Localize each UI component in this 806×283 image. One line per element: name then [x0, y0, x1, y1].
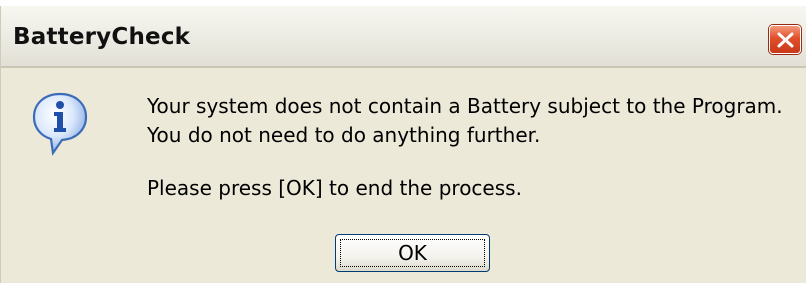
ok-button-label: OK	[340, 239, 485, 267]
message-line-3: Please press [OK] to end the process.	[147, 176, 522, 200]
message-line-1: Your system does not contain a Battery s…	[147, 94, 783, 118]
window-title: BatteryCheck	[13, 24, 191, 50]
close-icon	[777, 32, 794, 48]
information-icon	[32, 92, 88, 156]
title-bar[interactable]: BatteryCheck	[1, 6, 806, 68]
ok-button[interactable]: OK	[335, 234, 490, 272]
battery-check-dialog: BatteryCheck Your system does not contai…	[0, 6, 806, 283]
message-line-2: You do not need to do anything further.	[147, 123, 541, 147]
close-button[interactable]	[769, 25, 801, 54]
